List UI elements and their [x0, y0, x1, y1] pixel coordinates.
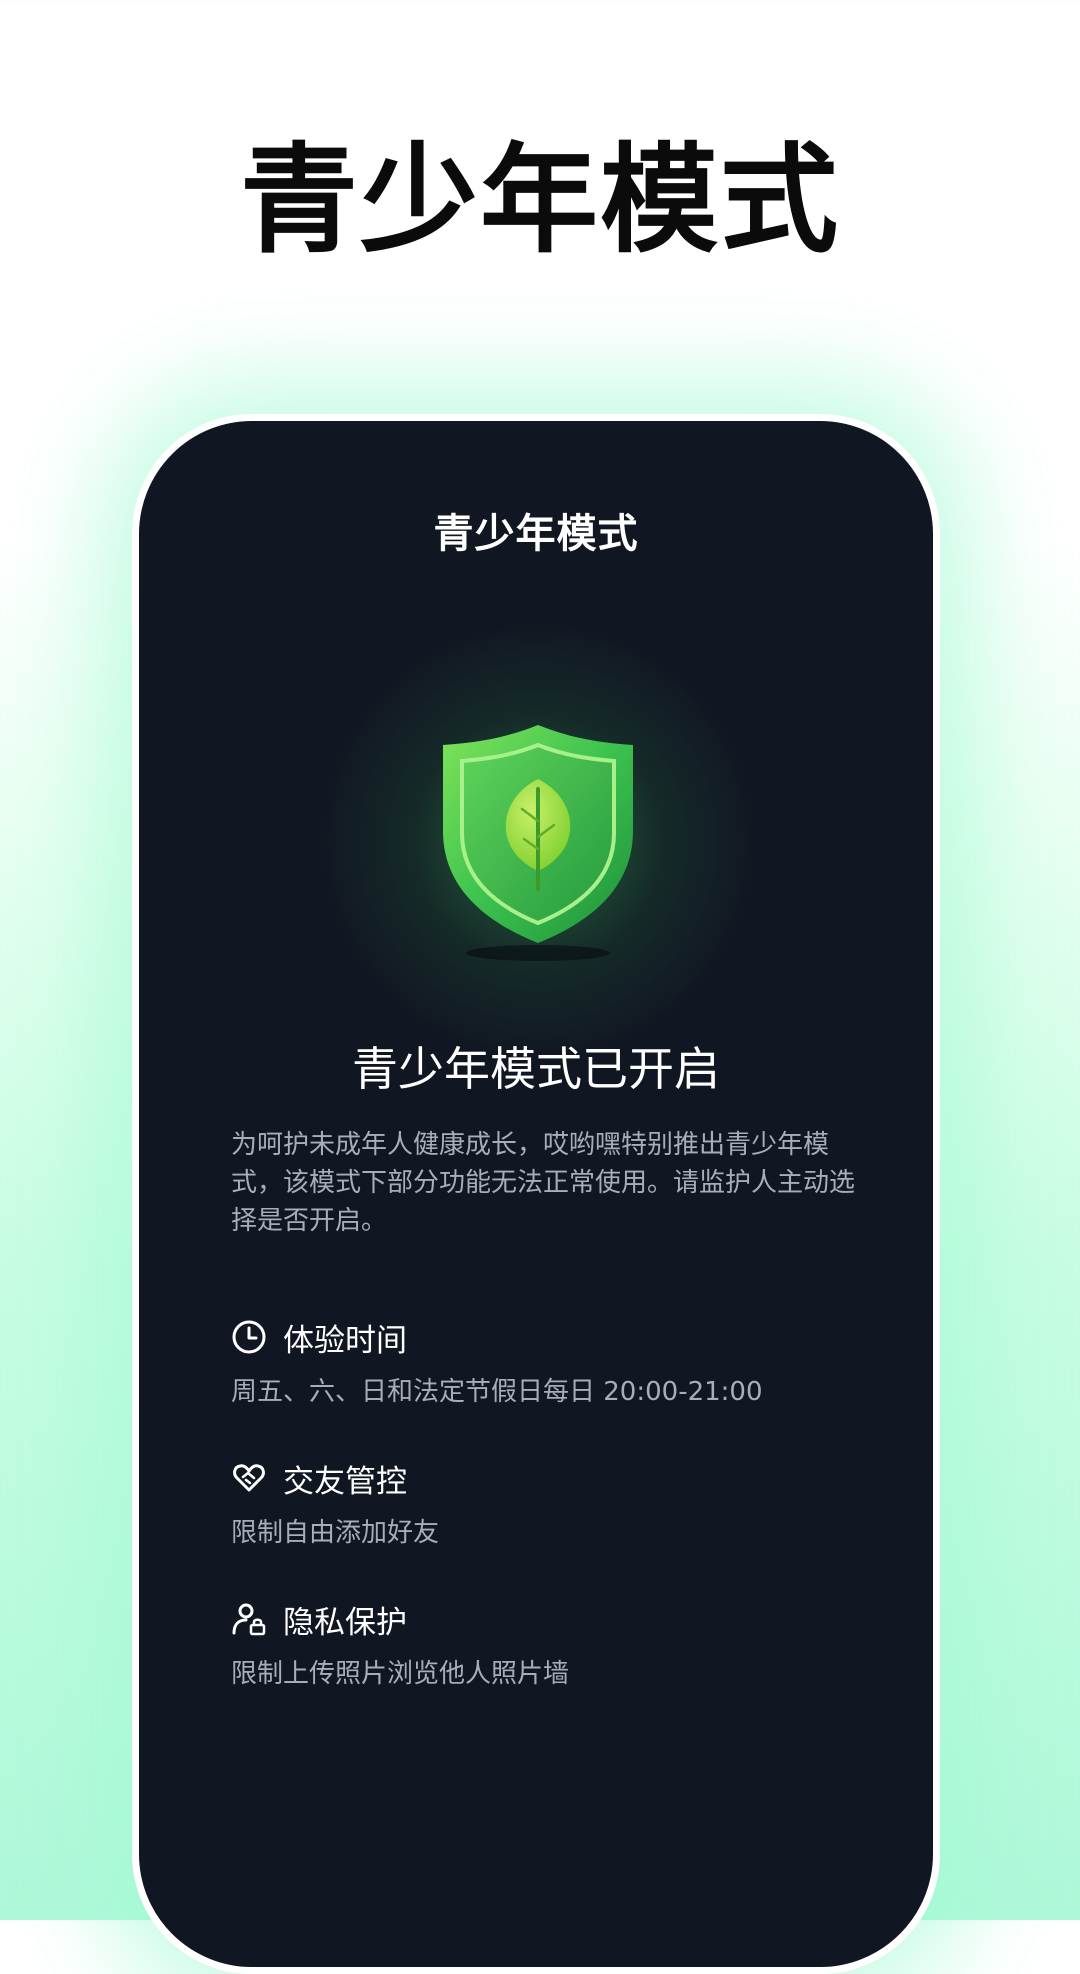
feature-desc: 限制自由添加好友: [231, 1518, 440, 1548]
screen-title: 青少年模式: [433, 511, 639, 557]
feature-experience-time: 体验时间 周五、六、日和法定节假日每日 20:00-21:00: [231, 1313, 857, 1408]
feature-title: 体验时间: [283, 1322, 407, 1359]
promo-title: 青少年模式: [239, 131, 840, 269]
heart-handshake-icon: [231, 1460, 267, 1496]
feature-desc: 周五、六、日和法定节假日每日 20:00-21:00: [231, 1377, 763, 1407]
feature-title: 隐私保护: [283, 1604, 407, 1641]
status-title: 青少年模式已开启: [352, 1042, 720, 1096]
phone-mockup: 青少年模式 青少年模式已开启 为呵护未成年人健康成长，哎哟嘿特别推出青少年模式，…: [132, 414, 940, 1974]
description-text: 为呵护未成年人健康成长，哎哟嘿特别推出青少年模式，该模式下部分功能无法正常使用。…: [231, 1130, 856, 1236]
feature-desc: 限制上传照片浏览他人照片墙: [231, 1659, 570, 1689]
feature-friend-control: 交友管控 限制自由添加好友: [231, 1454, 857, 1549]
feature-title: 交友管控: [283, 1463, 407, 1500]
feature-privacy-protection: 隐私保护 限制上传照片浏览他人照片墙: [231, 1595, 857, 1690]
user-lock-icon: [231, 1601, 267, 1637]
clock-icon: [231, 1319, 267, 1355]
shield-leaf-icon: [443, 725, 633, 961]
